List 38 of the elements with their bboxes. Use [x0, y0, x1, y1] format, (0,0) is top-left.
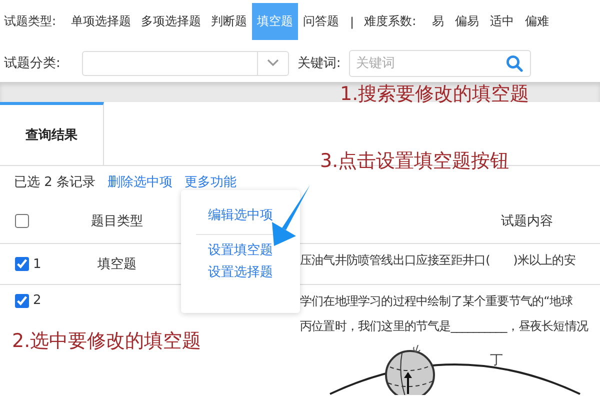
difficulty-option[interactable]: 偏易: [455, 13, 480, 30]
row-checkbox[interactable]: [15, 257, 29, 271]
results-tab[interactable]: 查询结果: [0, 102, 104, 165]
question-text: 学们在地理学习的过程中绘制了某个重要节气的“地球: [300, 294, 573, 308]
row-number: 2: [33, 293, 42, 308]
selection-count: 已选 2 条记录: [14, 174, 96, 191]
keyword-field[interactable]: 关键词: [348, 50, 531, 76]
column-header: 题目类型: [91, 214, 143, 228]
select-all-checkbox[interactable]: [15, 214, 29, 228]
question-type-option[interactable]: 判断题: [206, 3, 252, 40]
difficulty-option[interactable]: 适中: [490, 13, 514, 30]
difficulty-option[interactable]: 易: [432, 13, 444, 30]
chevron-down-icon: [267, 59, 280, 67]
question-text: 压油气井防喷管线出口应接至距井口( )米以上的安: [300, 252, 576, 266]
delete-selected-link[interactable]: 删除选中项: [108, 173, 173, 191]
separator: |: [350, 14, 354, 28]
annotation-text: 3.点击设置填空题按钮: [320, 149, 510, 174]
figure-label: 丁: [490, 352, 503, 369]
column-header: 试题内容: [501, 214, 553, 228]
annotation-text: 1.搜索要修改的填空题: [340, 82, 530, 107]
more-functions-link[interactable]: 更多功能: [184, 173, 237, 191]
filter-label: 难度系数:: [364, 13, 416, 30]
question-type-option[interactable]: 多项选择题: [136, 3, 206, 40]
annotation-text: 2.选中要修改的填空题: [12, 329, 202, 354]
filter-label: 试题类型:: [4, 13, 56, 30]
menu-item[interactable]: 设置选择题: [208, 261, 273, 283]
search-icon[interactable]: [506, 54, 523, 72]
filter-label: 关键词:: [297, 55, 341, 72]
table-cell: 填空题: [98, 257, 136, 272]
question-text: 丙位置时，我们这里的节气是__________，昼夜长短情况: [300, 319, 588, 333]
row-checkbox[interactable]: [15, 294, 29, 308]
question-type-option[interactable]: 单项选择题: [66, 3, 136, 40]
menu-item[interactable]: 编辑选中项: [208, 204, 273, 226]
difficulty-option[interactable]: 偏难: [525, 13, 550, 30]
row-number: 1: [33, 256, 42, 272]
menu-item[interactable]: 设置填空题: [208, 239, 273, 261]
question-type-option[interactable]: 问答题: [298, 3, 344, 40]
filter-label: 试题分类:: [4, 55, 60, 72]
